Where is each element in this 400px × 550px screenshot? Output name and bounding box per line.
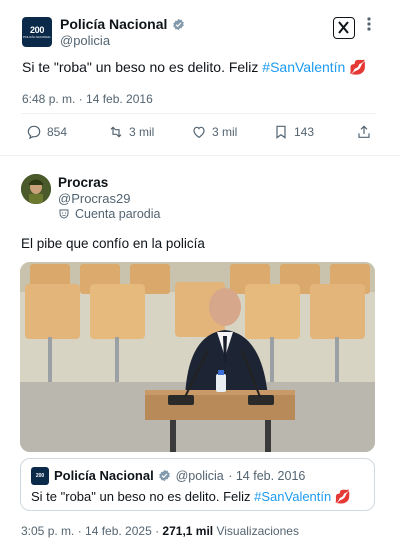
tweet-text-body: Si te "roba" un beso no es delito. Feliz bbox=[22, 59, 263, 75]
procras-avatar[interactable] bbox=[21, 174, 51, 204]
reply-text: El pibe que confío en la policía bbox=[21, 236, 205, 251]
reply-author-name[interactable]: Procras bbox=[58, 175, 108, 190]
quote-date: · 14 feb. 2016 bbox=[228, 469, 306, 483]
reply-author-handle[interactable]: @Procras29 bbox=[58, 191, 130, 206]
retweet-count: 3 mil bbox=[129, 125, 155, 139]
avatar-badge-text: POLICÍA NACIONAL bbox=[23, 34, 51, 39]
share-icon bbox=[358, 125, 370, 138]
more-dots-icon bbox=[367, 17, 371, 31]
verified-badge-icon bbox=[159, 469, 170, 482]
tweet-text: Si te "roba" un beso no es delito. Feliz… bbox=[22, 58, 367, 76]
quoted-tweet[interactable]: 200 Policía Nacional @policia · 14 feb. … bbox=[20, 458, 375, 511]
bookmark-count: 143 bbox=[294, 125, 315, 139]
bookmark-icon bbox=[276, 125, 286, 139]
retweet-button[interactable]: 3 mil bbox=[108, 124, 154, 140]
quote-text-body: Si te "roba" un beso no es delito. Feliz bbox=[31, 489, 255, 504]
quote-author-handle: @policia bbox=[175, 469, 224, 483]
share-button[interactable] bbox=[356, 124, 372, 140]
like-button[interactable]: 3 mil bbox=[191, 124, 237, 140]
quote-avatar-text: 200 bbox=[35, 473, 45, 479]
avatar-character-image bbox=[21, 174, 51, 204]
more-options-button[interactable] bbox=[362, 14, 376, 40]
hashtag-link[interactable]: #SanValentín bbox=[262, 59, 345, 75]
retweet-icon bbox=[110, 126, 122, 138]
views-count: 271,1 mil bbox=[162, 524, 214, 538]
quote-text: Si te "roba" un beso no es delito. Feliz… bbox=[31, 489, 351, 505]
like-count: 3 mil bbox=[212, 125, 238, 139]
courtroom-photo[interactable] bbox=[20, 262, 375, 452]
divider bbox=[0, 155, 400, 156]
quote-author-name: Policía Nacional bbox=[54, 468, 154, 483]
quote-hashtag-link[interactable]: #SanValentín bbox=[254, 489, 331, 504]
kiss-emoji: 💋 bbox=[334, 489, 352, 504]
tweet-timestamp[interactable]: 6:48 p. m. · 14 feb. 2016 bbox=[22, 92, 153, 106]
quote-avatar: 200 bbox=[31, 467, 49, 485]
bookmark-button[interactable]: 143 bbox=[273, 124, 314, 140]
reply-button[interactable]: 854 bbox=[26, 124, 67, 140]
reply-icon bbox=[27, 125, 41, 140]
reply-count: 854 bbox=[47, 125, 68, 139]
verified-badge-icon bbox=[173, 18, 184, 31]
parody-mask-icon bbox=[59, 209, 69, 219]
grok-button[interactable] bbox=[333, 17, 355, 39]
avatar-badge-number: 200 bbox=[29, 24, 45, 35]
divider bbox=[21, 113, 376, 114]
reply-footer: 3:05 p. m. · 14 feb. 2025 · 271,1 mil Vi… bbox=[21, 524, 299, 538]
kiss-emoji: 💋 bbox=[349, 59, 367, 75]
courtroom-image bbox=[20, 262, 375, 452]
parody-label-text: Cuenta parodia bbox=[75, 207, 161, 221]
author-handle[interactable]: @policia bbox=[60, 33, 110, 48]
policia-avatar[interactable]: 200 POLICÍA NACIONAL bbox=[22, 17, 52, 47]
grok-icon bbox=[338, 21, 349, 34]
tweet-author[interactable]: Policía Nacional bbox=[60, 16, 185, 34]
reply-timestamp[interactable]: 3:05 p. m. · 14 feb. 2025 · bbox=[21, 524, 162, 538]
views-label: Visualizaciones bbox=[213, 524, 299, 538]
parody-label: Cuenta parodia bbox=[58, 207, 160, 221]
quote-header: Policía Nacional @policia · 14 feb. 2016 bbox=[54, 467, 305, 485]
heart-icon bbox=[193, 126, 205, 139]
author-name[interactable]: Policía Nacional bbox=[60, 16, 167, 32]
